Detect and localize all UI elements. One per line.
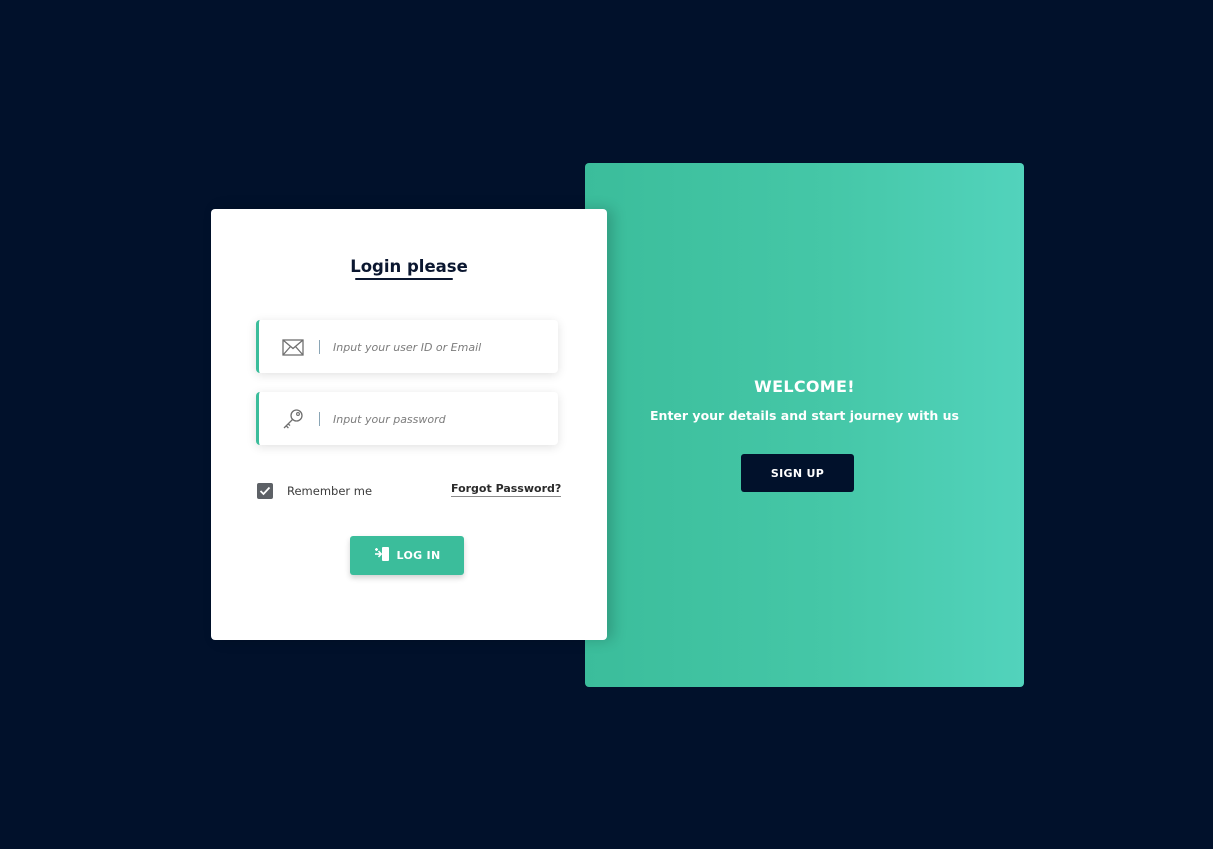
email-field[interactable] xyxy=(256,320,558,373)
remember-checkbox[interactable] xyxy=(257,483,273,499)
welcome-title: WELCOME! xyxy=(754,377,855,396)
remember-label: Remember me xyxy=(287,484,373,498)
login-title: Login please xyxy=(350,257,468,276)
email-input[interactable] xyxy=(333,332,547,362)
welcome-subtitle: Enter your details and start journey wit… xyxy=(650,408,959,423)
key-icon xyxy=(280,407,306,431)
forgot-password-link[interactable]: Forgot Password? xyxy=(451,482,562,497)
field-separator xyxy=(319,412,320,426)
remember-me[interactable]: Remember me xyxy=(257,483,372,499)
field-separator xyxy=(319,340,320,354)
welcome-panel: WELCOME! Enter your details and start jo… xyxy=(585,163,1024,687)
password-field[interactable] xyxy=(256,392,558,445)
title-underline xyxy=(355,278,453,280)
sign-up-button[interactable]: SIGN UP xyxy=(741,454,854,492)
envelope-icon xyxy=(280,335,306,359)
checkmark-icon xyxy=(259,486,271,496)
page: WELCOME! Enter your details and start jo… xyxy=(0,0,1213,849)
login-card: Login please Input your user ID or Email… xyxy=(211,209,607,640)
login-button[interactable]: LOG IN xyxy=(350,536,464,575)
login-door-icon xyxy=(374,546,390,565)
password-input[interactable] xyxy=(333,404,547,434)
login-button-label: LOG IN xyxy=(396,549,441,562)
